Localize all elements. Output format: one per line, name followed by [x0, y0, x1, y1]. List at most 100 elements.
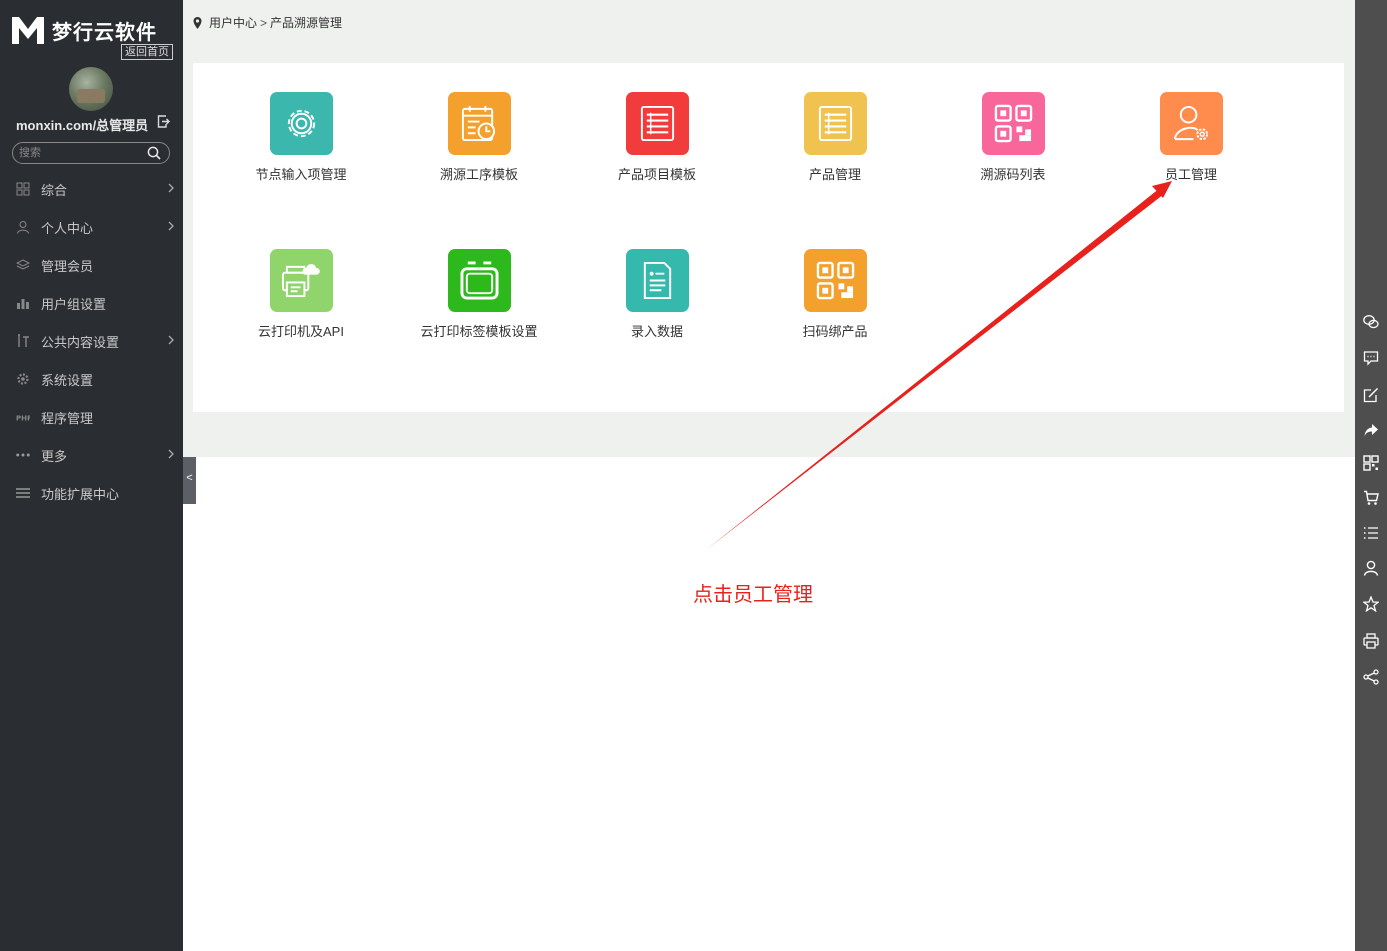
chevron-right-icon: [168, 221, 174, 231]
wechat-icon[interactable]: [1363, 314, 1379, 330]
logo[interactable]: 梦行云软件: [10, 14, 157, 46]
list-doc-icon: [818, 105, 852, 142]
search-icon[interactable]: [147, 146, 161, 160]
sidebar-item-label: 程序管理: [41, 410, 94, 426]
tile-node-input-items[interactable]: 节点输入项管理: [221, 92, 381, 183]
sidebar-item-public-content[interactable]: 公共内容设置: [0, 322, 183, 360]
tile-label: 录入数据: [630, 324, 683, 339]
tile-icon-box: [803, 249, 867, 312]
group-chart-icon: [17, 299, 29, 309]
sidebar-item-system-settings[interactable]: 系统设置: [0, 360, 183, 398]
breadcrumb: 用户中心 > 产品溯源管理: [193, 14, 342, 31]
dots-icon: [16, 453, 30, 457]
tile-icon-box: [1159, 92, 1223, 155]
tile-label: 节点输入项管理: [255, 167, 347, 182]
breadcrumb-root[interactable]: 用户中心: [209, 14, 257, 31]
user-icon: [17, 221, 29, 234]
print-icon[interactable]: [1363, 633, 1379, 649]
right-toolbar: [1355, 0, 1387, 951]
breadcrumb-current: 产品溯源管理: [270, 16, 343, 30]
chevron-right-icon: [168, 449, 174, 459]
tile-icon-box: [625, 249, 689, 312]
tv-frame-icon: [459, 261, 499, 300]
tile-enter-data[interactable]: 录入数据: [577, 249, 737, 340]
layers-icon: [16, 259, 30, 270]
tile-icon-box: [803, 92, 867, 155]
qrcode-icon: [816, 261, 854, 300]
sidebar-item-label: 个人中心: [41, 220, 94, 236]
share-icon[interactable]: [1363, 669, 1379, 685]
qrcode-icon[interactable]: [1363, 455, 1379, 471]
chat-icon[interactable]: [1363, 350, 1379, 366]
chevron-right-icon: [168, 335, 174, 345]
sidebar-item-label: 用户组设置: [41, 296, 107, 312]
avatar[interactable]: [69, 67, 113, 111]
tile-cloud-printer-api[interactable]: 云打印机及API: [221, 249, 381, 340]
sidebar-menu: 综合 个人中心 管理会员 用户组设置 公共内容设置 系统设置 PHP 程序管理: [0, 170, 183, 512]
sidebar-item-overview[interactable]: 综合: [0, 170, 183, 208]
user-icon[interactable]: [1363, 560, 1379, 576]
chevron-right-icon: [168, 183, 174, 193]
sidebar-item-personal-center[interactable]: 个人中心: [0, 208, 183, 246]
search-box: [12, 142, 170, 164]
document-icon: [643, 261, 671, 300]
tile-cloud-print-label-template[interactable]: 云打印标签模板设置: [399, 249, 559, 340]
annotation-text: 点击员工管理: [693, 584, 813, 606]
sidebar: 梦行云软件 返回首页 monxin.com/总管理员 综合 个人中心 管理会员: [0, 0, 183, 951]
sidebar-item-more[interactable]: 更多: [0, 436, 183, 474]
sidebar-item-label: 综合: [41, 182, 68, 198]
tile-label: 云打印标签模板设置: [420, 324, 538, 339]
brand-name: 梦行云软件: [52, 19, 157, 44]
tile-icon-box: [981, 92, 1045, 155]
sidebar-item-user-groups[interactable]: 用户组设置: [0, 284, 183, 322]
cart-icon[interactable]: [1363, 490, 1379, 506]
sidebar-item-label: 更多: [41, 448, 68, 464]
tile-label: 云打印机及API: [258, 324, 344, 339]
sidebar-item-label: 系统设置: [41, 372, 94, 388]
star-icon[interactable]: [1363, 596, 1379, 612]
tile-trace-process-template[interactable]: 溯源工序模板: [399, 92, 559, 183]
tools-icon: [18, 334, 29, 347]
list-doc-icon: [640, 105, 674, 142]
tile-label: 扫码绑产品: [802, 324, 868, 339]
cloud-printer-icon: [281, 264, 320, 298]
tile-label: 溯源码列表: [980, 167, 1046, 182]
tile-staff-management[interactable]: 员工管理: [1111, 92, 1271, 183]
sidebar-item-label: 公共内容设置: [41, 334, 120, 350]
user-name[interactable]: monxin.com/总管理员: [16, 115, 148, 134]
php-icon: PHP: [16, 415, 30, 423]
sidebar-item-manage-members[interactable]: 管理会员: [0, 246, 183, 284]
sidebar-item-label: 功能扩展中心: [41, 486, 120, 502]
sidebar-item-label: 管理会员: [41, 258, 94, 274]
sidebar-collapse-toggle[interactable]: <: [183, 444, 196, 504]
list-icon[interactable]: [1363, 525, 1379, 541]
edit-icon[interactable]: [1363, 387, 1379, 403]
logo-m-icon: [12, 17, 44, 44]
location-pin-icon: [193, 16, 202, 29]
sidebar-item-program-management[interactable]: PHP 程序管理: [0, 398, 183, 436]
tile-icon-box: [269, 92, 333, 155]
calendar-clock-icon: [461, 105, 495, 142]
gear-icon: [287, 109, 315, 138]
tile-trace-code-list[interactable]: 溯源码列表: [933, 92, 1093, 183]
tile-icon-box: [269, 249, 333, 312]
tile-icon-box: [447, 92, 511, 155]
tile-label: 产品管理: [808, 167, 861, 182]
tile-product-project-template[interactable]: 产品项目模板: [577, 92, 737, 183]
menu-lines-icon: [16, 488, 30, 498]
grid-icon: [16, 182, 30, 196]
tile-scan-bind-product[interactable]: 扫码绑产品: [755, 249, 915, 340]
breadcrumb-separator: >: [260, 15, 268, 30]
sidebar-item-extensions[interactable]: 功能扩展中心: [0, 474, 183, 512]
tile-label: 产品项目模板: [617, 167, 696, 182]
tile-label: 溯源工序模板: [439, 167, 518, 182]
search-input[interactable]: [19, 145, 139, 160]
tile-product-management[interactable]: 产品管理: [755, 92, 915, 183]
svg-text:PHP: PHP: [16, 415, 30, 423]
tile-icon-box: [625, 92, 689, 155]
app-tiles-panel: 节点输入项管理 溯源工序模板 产品项目模板 产品管理 溯源码列表 员工管理 云打…: [193, 63, 1344, 412]
logout-icon[interactable]: [157, 115, 170, 128]
home-link[interactable]: 返回首页: [121, 44, 173, 60]
tile-label: 员工管理: [1164, 167, 1217, 182]
share-arrow-icon[interactable]: [1363, 422, 1379, 438]
